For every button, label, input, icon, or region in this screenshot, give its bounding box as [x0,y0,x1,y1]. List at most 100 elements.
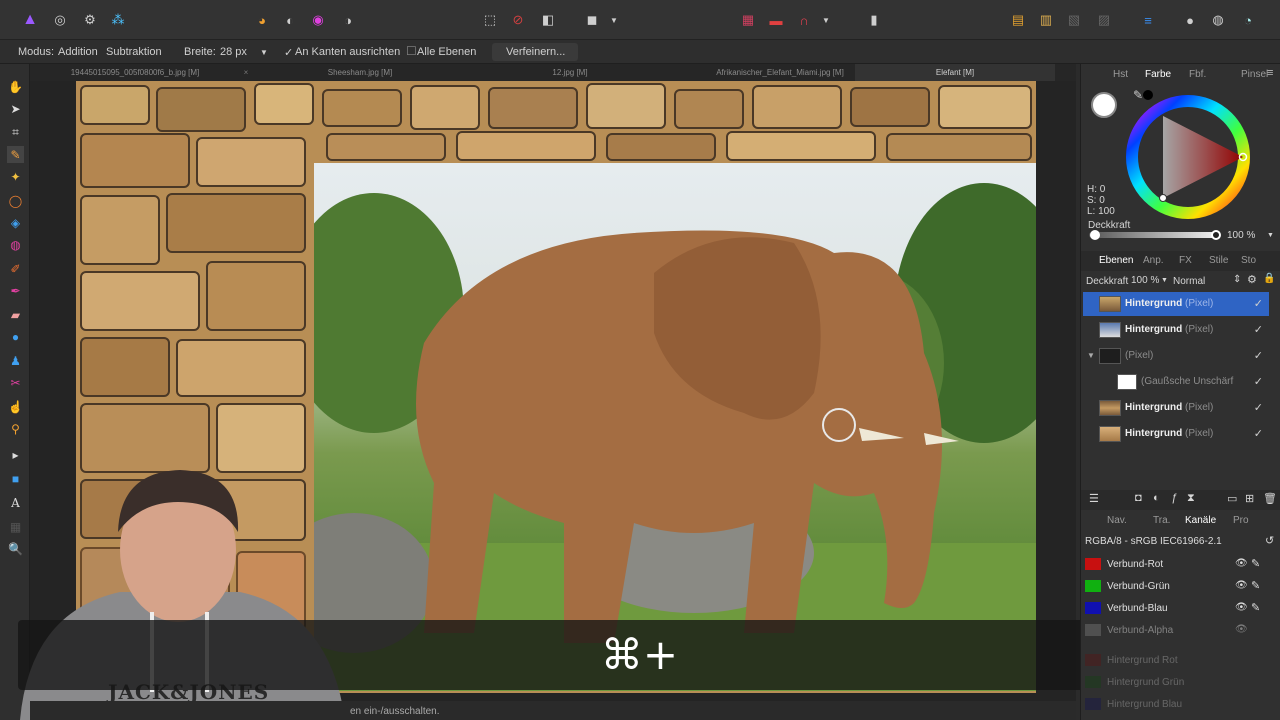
all-layers-checkbox[interactable]: ☐ [406,44,417,58]
primary-color-swatch[interactable] [1091,92,1117,118]
layer-visibility-checkbox[interactable]: ✓ [1254,297,1263,310]
white-balance-icon[interactable]: ◑ [338,10,358,30]
flood-select-tool-icon[interactable]: ✦ [7,168,24,185]
tab-channels[interactable]: Kanäle [1185,515,1216,526]
layers-stack-icon[interactable]: ☰ [1089,492,1099,505]
adjustment-icon[interactable]: ◐ [1153,492,1160,504]
tab-brushes[interactable]: Pinsel [1241,69,1268,80]
layer-row[interactable]: Hintergrund (Pixel) ✓ [1083,422,1269,446]
gradient-tool-icon[interactable]: ◍ [7,236,24,253]
layer-row[interactable]: Hintergrund (Pixel) ✓ [1083,396,1269,420]
tab-doc-4[interactable]: Afrikanischer_Elefant_Miami.jpg [M] [675,64,885,81]
pencil-icon[interactable]: ✎ [1251,579,1260,592]
tab-fx[interactable]: FX [1179,255,1192,266]
opacity-slider-handle[interactable] [1211,230,1221,240]
lock-icon[interactable]: 🔒 [1263,273,1275,284]
hand-tool-icon[interactable]: ✋ [7,78,24,95]
refine-button[interactable]: Verfeinern... [506,46,565,58]
eraser-tool-icon[interactable]: ▰ [7,306,24,323]
pencil-icon[interactable]: ✎ [1251,601,1260,614]
eye-icon[interactable]: 👁 [1235,602,1248,613]
layer-visibility-checkbox[interactable]: ✓ [1254,375,1263,388]
reset-icon[interactable]: ↺ [1265,534,1274,547]
lasso-tool-icon[interactable]: ◯ [7,192,24,209]
tab-doc-1[interactable]: 19445015095_005f0800f6_b.jpg [M] [30,64,240,81]
invert-selection-icon[interactable]: ◧ [538,10,558,30]
panel-menu-icon[interactable]: ≡ [1267,67,1273,79]
channel-row[interactable]: Verbund-Alpha 👁 [1081,620,1279,642]
eye-icon[interactable]: 👁 [1235,624,1248,635]
pencil-icon[interactable]: ✎ [1251,557,1260,570]
quick-mask-icon[interactable]: ◼ [582,10,602,30]
opacity-value[interactable]: 100 % [1227,230,1255,241]
grid-icon[interactable]: ▦ [738,10,758,30]
clone-tool-icon[interactable]: ♟ [7,352,24,369]
selection-brush-tool-icon[interactable]: ✎ [7,146,24,163]
tab-stock[interactable]: Sto [1241,255,1256,266]
dodge-tool-icon[interactable]: ● [7,328,24,345]
close-icon[interactable]: × [242,64,250,81]
smudge-tool-icon[interactable]: ☝ [7,398,24,415]
chevron-down-icon[interactable]: ▼ [1161,277,1168,284]
layer-visibility-checkbox[interactable]: ✓ [1254,427,1263,440]
color-replacement-tool-icon[interactable]: ✒ [7,282,24,299]
chevron-down-icon[interactable]: ▼ [260,48,268,57]
chevron-down-icon[interactable]: ▼ [1267,232,1274,239]
arrange-top-icon[interactable]: ▨ [1094,10,1114,30]
magnet-icon[interactable]: ∩ [794,10,814,30]
tab-navigator[interactable]: Nav. [1107,515,1127,526]
channel-row[interactable]: Verbund-Rot 👁 ✎ [1081,554,1279,576]
folder-icon[interactable]: ▭ [1227,492,1237,505]
layer-visibility-checkbox[interactable]: ✓ [1254,401,1263,414]
red-eye-tool-icon[interactable]: ⚲ [7,420,24,437]
tab-styles[interactable]: Stile [1209,255,1228,266]
tab-doc-2[interactable]: Sheesham.jpg [M] [255,64,465,81]
layer-visibility-checkbox[interactable]: ✓ [1254,323,1263,336]
tab-doc-active[interactable]: Elefant [M] [855,64,1055,81]
export-persona-icon[interactable]: ⁂ [108,10,128,30]
channel-row[interactable]: Hintergrund Blau [1081,694,1279,716]
move-tool-icon[interactable]: ➤ [7,100,24,117]
gear-icon[interactable]: ⚙ [1247,273,1257,286]
layer-row[interactable]: Hintergrund (Pixel) ✓ [1083,292,1269,316]
levels-icon[interactable]: ◐ [280,10,300,30]
layer-row[interactable]: ▼ (Pixel) ✓ [1083,344,1269,368]
opacity-slider[interactable] [1089,232,1215,238]
tab-layers[interactable]: Ebenen [1099,255,1133,266]
eye-icon[interactable]: 👁 [1235,558,1248,569]
tab-history[interactable]: Hst [1113,69,1128,80]
fx-icon[interactable]: ƒ [1171,492,1177,504]
blend-mode-select[interactable]: Normal [1173,276,1205,287]
mask-icon[interactable]: ◘ [1135,492,1142,504]
deselect-icon[interactable]: ⊘ [508,10,528,30]
layer-row[interactable]: (Gaußsche Unschärf ✓ [1083,370,1269,394]
app-logo-icon[interactable]: ▲ [20,10,40,30]
blemish-tool-icon[interactable]: ✂ [7,374,24,391]
align-icon[interactable]: ≡ [1138,10,1158,30]
snapping-icon[interactable]: ▬ [766,10,786,30]
width-value-field[interactable]: 28 px [220,46,247,58]
mode-subtraction-button[interactable]: Subtraktion [106,46,162,58]
channel-row[interactable]: Hintergrund Grün [1081,672,1279,694]
trash-icon[interactable]: 🗑 [1263,492,1277,505]
layer-visibility-checkbox[interactable]: ✓ [1254,349,1263,362]
live-filter-icon[interactable]: ⧗ [1187,492,1195,505]
new-layer-icon[interactable]: ⊞ [1245,492,1254,505]
channel-row[interactable]: Verbund-Blau 👁 ✎ [1081,598,1279,620]
develop-persona-icon[interactable]: ⚙ [80,10,100,30]
pen-tool-icon[interactable]: ▸ [7,446,24,463]
eye-icon[interactable]: 👁 [1235,580,1248,591]
mode-toggle-icon[interactable]: ▮ [864,10,884,30]
chevron-down-icon[interactable]: ▼ [604,10,624,30]
snap-checkbox[interactable]: ✓ [284,46,293,59]
color-wheel[interactable] [1125,94,1251,220]
boolean-add-icon[interactable]: ● [1180,10,1200,30]
tab-color[interactable]: Farbe [1145,69,1171,80]
arrange-front-icon[interactable]: ▧ [1064,10,1084,30]
expand-triangle-icon[interactable]: ▼ [1087,351,1095,360]
channel-row[interactable]: Verbund-Grün 👁 ✎ [1081,576,1279,598]
paint-brush-tool-icon[interactable]: ✐ [7,260,24,277]
tab-doc-3[interactable]: 12.jpg [M] [465,64,675,81]
color-wheel-icon[interactable]: ◕ [252,10,272,30]
opacity-slider-start-handle[interactable] [1090,230,1100,240]
